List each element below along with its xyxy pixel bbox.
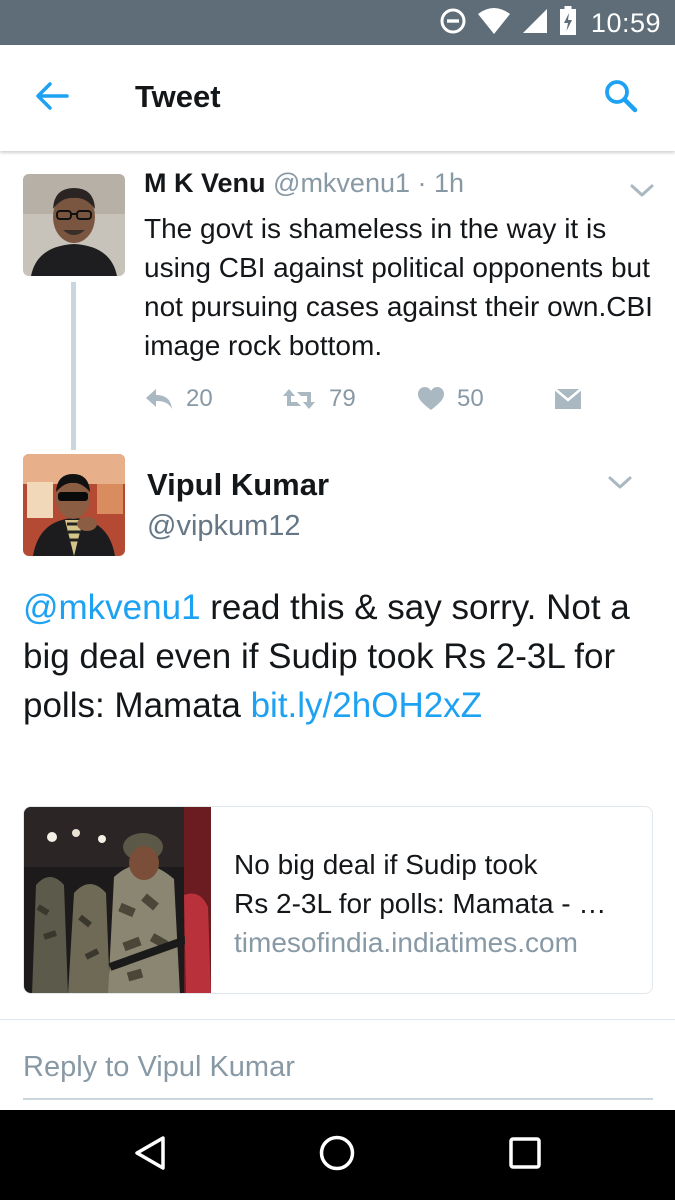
divider xyxy=(0,1019,675,1020)
parent-author-name[interactable]: M K Venu xyxy=(144,168,266,198)
battery-charging-icon xyxy=(559,5,577,41)
nav-back-button[interactable] xyxy=(120,1130,180,1180)
link-preview-title-line2: Rs 2-3L for polls: Mamata - … xyxy=(234,888,607,919)
direct-message-button[interactable] xyxy=(554,380,582,418)
link-preview-image xyxy=(24,807,211,993)
main-tweet-text: @mkvenu1 read this & say sorry. Not a bi… xyxy=(23,583,653,730)
retweet-button[interactable]: 79 xyxy=(281,380,356,418)
short-url-link[interactable]: bit.ly/2hOH2xZ xyxy=(251,686,482,725)
thread-connector xyxy=(71,282,76,450)
chevron-down-icon xyxy=(627,184,657,204)
back-button[interactable] xyxy=(30,78,74,118)
like-count: 50 xyxy=(457,385,484,412)
mention-link[interactable]: @mkvenu1 xyxy=(23,588,201,627)
link-preview-title: No big deal if Sudip took Rs 2-3L for pol… xyxy=(234,845,634,923)
cellular-signal-icon xyxy=(521,7,549,40)
reply-input[interactable] xyxy=(23,1044,653,1100)
status-time: 10:59 xyxy=(590,7,661,38)
main-author-handle[interactable]: @vipkum12 xyxy=(147,510,301,543)
retweet-count: 79 xyxy=(329,385,356,412)
parent-tweet-actions: 20 79 50 xyxy=(144,380,594,418)
system-nav-bar xyxy=(0,1110,675,1200)
parent-tweet-text: The govt is shameless in the way it is u… xyxy=(144,213,653,361)
search-icon xyxy=(604,79,638,118)
status-bar: 10:59 xyxy=(0,0,675,45)
link-preview-domain: timesofindia.indiatimes.com xyxy=(234,927,578,958)
reply-icon xyxy=(144,386,174,412)
search-button[interactable] xyxy=(598,75,644,121)
wifi-icon xyxy=(477,7,511,40)
reply-count: 20 xyxy=(186,385,213,412)
envelope-icon xyxy=(554,388,582,410)
reply-button[interactable]: 20 xyxy=(144,380,213,418)
parent-timestamp: 1h xyxy=(434,168,465,198)
home-circle-icon xyxy=(318,1134,356,1177)
nav-home-button[interactable] xyxy=(307,1130,367,1180)
main-tweet-menu-button[interactable] xyxy=(605,472,635,492)
chevron-down-icon xyxy=(605,476,635,496)
back-triangle-icon xyxy=(133,1135,167,1176)
link-preview-title-line1: No big deal if Sudip took xyxy=(234,849,538,880)
parent-tweet-menu-button[interactable] xyxy=(627,180,657,200)
link-preview-card[interactable]: No big deal if Sudip took Rs 2-3L for pol… xyxy=(23,806,653,994)
back-arrow-icon xyxy=(35,81,69,116)
app-header: Tweet xyxy=(0,45,675,151)
recents-square-icon xyxy=(508,1136,542,1175)
heart-icon xyxy=(417,386,445,412)
parent-tweet-header: M K Venu @mkvenu1 · 1h xyxy=(144,168,464,199)
like-button[interactable]: 50 xyxy=(417,380,484,418)
do-not-disturb-icon xyxy=(439,7,467,40)
nav-recents-button[interactable] xyxy=(495,1130,555,1180)
status-icons: 10:59 xyxy=(439,5,661,41)
main-tweet-avatar[interactable] xyxy=(23,454,125,556)
main-author-name[interactable]: Vipul Kumar xyxy=(147,467,329,503)
parent-separator: · xyxy=(417,168,427,198)
parent-tweet-avatar[interactable] xyxy=(23,174,125,276)
parent-author-handle[interactable]: @mkvenu1 xyxy=(273,168,410,198)
page-title: Tweet xyxy=(135,79,221,114)
retweet-icon xyxy=(281,386,317,412)
